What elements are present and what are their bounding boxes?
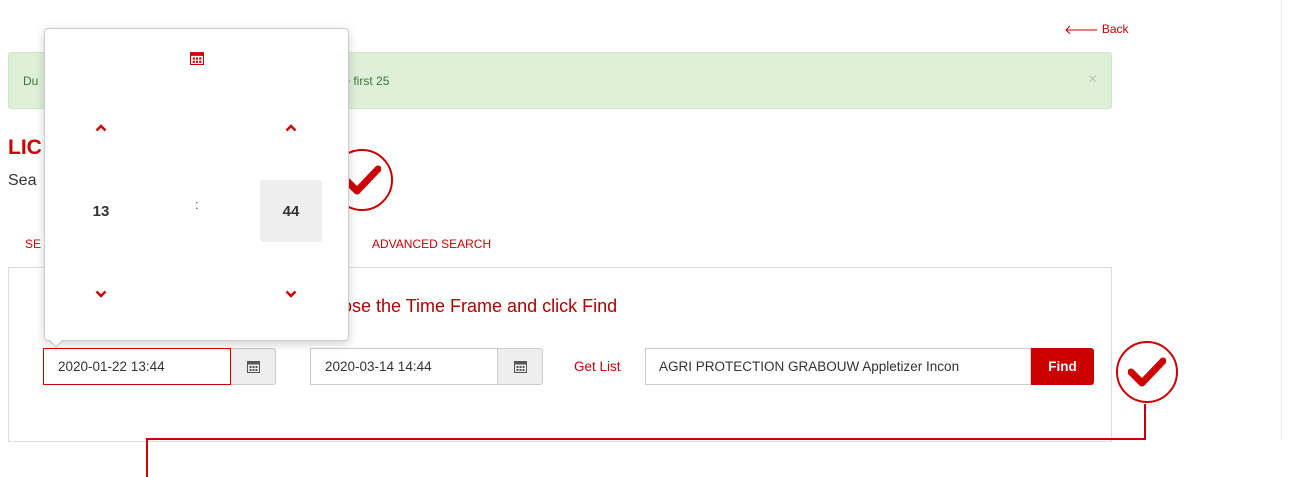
page: 🡐 Back Du e first 25 × LIC Sea SE ADVANCE… bbox=[0, 0, 1293, 477]
chevron-down-icon bbox=[285, 290, 297, 298]
annotation-connector bbox=[146, 438, 1146, 440]
tab-advanced-search[interactable]: ADVANCED SEARCH bbox=[372, 237, 491, 251]
time-separator: : bbox=[195, 197, 199, 212]
annotation-connector bbox=[146, 438, 148, 477]
from-calendar-button[interactable] bbox=[231, 348, 276, 385]
minute-increment-button[interactable] bbox=[271, 113, 311, 143]
chevron-up-icon bbox=[95, 124, 107, 132]
page-title: LIC bbox=[8, 136, 42, 159]
hour-increment-button[interactable] bbox=[81, 113, 121, 143]
from-date-input[interactable]: 2020-01-22 13:44 bbox=[43, 348, 231, 385]
time-picker-popup: 13 : 44 bbox=[44, 28, 349, 341]
chevron-up-icon bbox=[285, 124, 297, 132]
calendar-icon bbox=[513, 361, 527, 373]
picker-caret-inner bbox=[49, 339, 63, 346]
page-subtitle: Sea bbox=[8, 172, 37, 189]
arrow-left-icon: 🡐 bbox=[1064, 21, 1099, 37]
get-list-link[interactable]: Get List bbox=[574, 359, 621, 374]
calendar-icon bbox=[246, 361, 260, 373]
tab-search[interactable]: SE bbox=[25, 237, 41, 251]
to-calendar-button[interactable] bbox=[498, 348, 543, 385]
panel-heading: ose the Time Frame and click Find bbox=[342, 296, 618, 316]
find-button[interactable]: Find bbox=[1031, 348, 1094, 385]
calendar-toggle-button[interactable] bbox=[177, 43, 217, 73]
annotation-connector bbox=[1144, 404, 1146, 440]
hour-value[interactable]: 13 bbox=[70, 180, 132, 242]
back-link[interactable]: 🡐 Back bbox=[1064, 22, 1129, 36]
checkmark-icon bbox=[1128, 357, 1166, 387]
scrollbar-track bbox=[1281, 0, 1282, 440]
chevron-down-icon bbox=[95, 290, 107, 298]
hour-decrement-button[interactable] bbox=[81, 279, 121, 309]
minute-decrement-button[interactable] bbox=[271, 279, 311, 309]
back-label: Back bbox=[1101, 22, 1129, 36]
company-input[interactable]: AGRI PROTECTION GRABOUW Appletizer Incon bbox=[645, 348, 1031, 385]
minute-value[interactable]: 44 bbox=[260, 180, 322, 242]
annotation-check bbox=[1116, 341, 1178, 403]
to-date-input[interactable]: 2020-03-14 14:44 bbox=[310, 348, 498, 385]
calendar-icon bbox=[190, 52, 204, 65]
close-icon[interactable]: × bbox=[1088, 71, 1097, 89]
